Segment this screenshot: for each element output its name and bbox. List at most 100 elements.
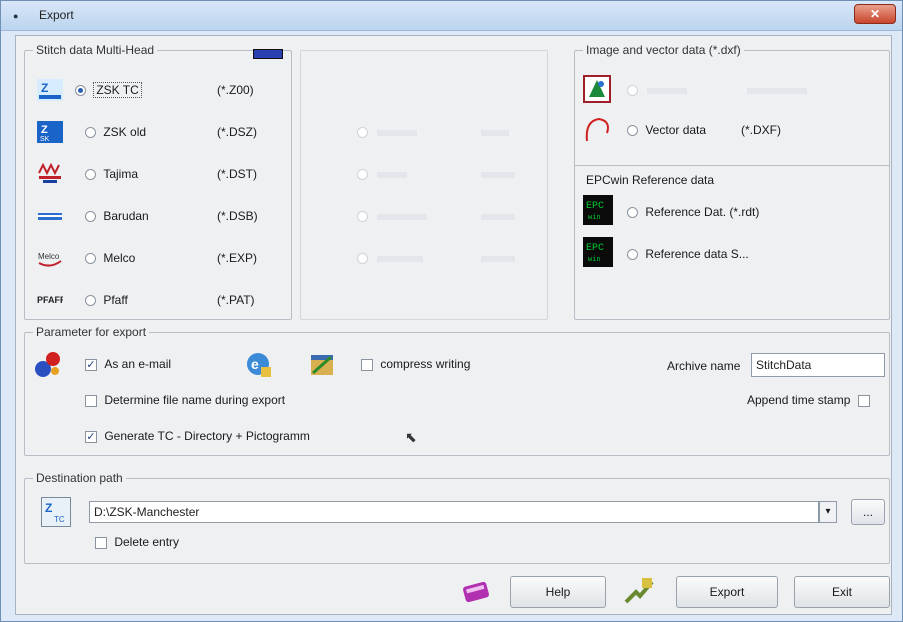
export-button[interactable]: Export bbox=[676, 576, 778, 608]
append-label: Append time stamp bbox=[747, 393, 851, 407]
determine-option[interactable]: Determine file name during export bbox=[85, 393, 285, 407]
image-vector-group: Image and vector data (*.dxf) Vector dat… bbox=[574, 43, 890, 320]
epc-group-label: EPCwin Reference data bbox=[583, 173, 718, 187]
tajima-icon bbox=[37, 162, 63, 185]
epc-ref-dat-icon: EPC win bbox=[583, 195, 613, 225]
archive-name-input[interactable] bbox=[751, 353, 885, 377]
as-email-label: As an e-mail bbox=[104, 357, 172, 371]
ref-dat-radio[interactable] bbox=[627, 207, 638, 219]
destination-folder-icon[interactable]: Z TC bbox=[41, 497, 71, 527]
delete-entry-checkbox[interactable] bbox=[95, 536, 107, 549]
svg-text:Z: Z bbox=[41, 81, 48, 95]
ref-dat-option[interactable]: Reference Dat. (*.rdt) bbox=[627, 205, 759, 219]
pfaff-radio[interactable] bbox=[85, 295, 96, 307]
vector-radio[interactable] bbox=[627, 125, 638, 137]
browse-button[interactable]: ... bbox=[851, 499, 885, 525]
pfaff-label: Pfaff bbox=[103, 293, 128, 307]
mouse-cursor-icon: ⬉ bbox=[405, 429, 417, 445]
zsk-old-option[interactable]: ZSK old bbox=[85, 125, 146, 139]
parameter-group-label: Parameter for export bbox=[33, 325, 150, 339]
email-icon bbox=[33, 349, 63, 379]
disabled-radio-1 bbox=[357, 127, 368, 139]
title-bar: ● Export ✕ bbox=[1, 1, 902, 31]
zsk-old-ext: (*.DSZ) bbox=[217, 125, 257, 139]
epc-ref-data-icon: EPC win bbox=[583, 237, 613, 267]
image-radio bbox=[627, 85, 638, 97]
window-icon: ● bbox=[13, 11, 19, 21]
append-option[interactable]: Append time stamp bbox=[747, 393, 870, 407]
tajima-label: Tajima bbox=[103, 167, 139, 181]
disabled-radio-2 bbox=[357, 169, 368, 181]
disabled-option-1 bbox=[357, 125, 509, 139]
image-option-disabled bbox=[627, 83, 807, 97]
pfaff-option[interactable]: Pfaff bbox=[85, 293, 128, 307]
barudan-option[interactable]: Barudan bbox=[85, 209, 149, 223]
barudan-icon bbox=[37, 205, 63, 227]
parameter-group: Parameter for export ✓ As an e-mail e co… bbox=[24, 325, 890, 456]
determine-checkbox[interactable] bbox=[85, 394, 97, 407]
pfaff-ext: (*.PAT) bbox=[217, 293, 255, 307]
image-vector-label: Image and vector data (*.dxf) bbox=[583, 43, 744, 57]
dialog-client: Stitch data Multi-Head Z ZSK TC (*.Z00) … bbox=[15, 35, 892, 615]
vector-option[interactable]: Vector data bbox=[627, 123, 706, 137]
export-window: ● Export ✕ Stitch data Multi-Head Z ZSK … bbox=[0, 0, 903, 622]
svg-text:Z: Z bbox=[45, 501, 52, 515]
melco-icon: Melco bbox=[37, 247, 63, 269]
zsk-tc-label: ZSK TC bbox=[93, 82, 142, 98]
svg-text:SK: SK bbox=[40, 136, 50, 143]
svg-text:e: e bbox=[251, 356, 259, 372]
help-button[interactable]: Help bbox=[510, 576, 606, 608]
zsk-old-label: ZSK old bbox=[103, 125, 147, 139]
ref-data-label: Reference data S... bbox=[645, 247, 749, 261]
ref-data-radio[interactable] bbox=[627, 249, 638, 261]
disabled-radio-3 bbox=[357, 211, 368, 223]
internet-explorer-icon[interactable]: e bbox=[243, 349, 273, 379]
tajima-ext: (*.DST) bbox=[217, 167, 257, 181]
zsk-tc-icon: Z bbox=[37, 79, 63, 101]
epc-divider bbox=[575, 165, 889, 166]
as-email-option[interactable]: ✓ As an e-mail bbox=[85, 357, 171, 371]
svg-text:win: win bbox=[588, 256, 601, 264]
disabled-option-3 bbox=[357, 209, 515, 223]
svg-text:PFAFF: PFAFF bbox=[37, 295, 63, 305]
generate-label: Generate TC - Directory + Pictogramm bbox=[104, 429, 310, 443]
compress-checkbox[interactable] bbox=[361, 358, 373, 371]
barudan-radio[interactable] bbox=[85, 211, 96, 223]
append-checkbox[interactable] bbox=[857, 394, 870, 407]
archive-name-label: Archive name bbox=[667, 359, 741, 373]
svg-text:EPC: EPC bbox=[586, 201, 604, 212]
help-book-icon bbox=[460, 576, 494, 606]
disabled-option-2 bbox=[357, 167, 515, 181]
destination-group: Destination path ZTC ▾ ... Delete entry bbox=[24, 471, 890, 564]
archive-icon[interactable] bbox=[307, 349, 337, 379]
zsk-tc-option[interactable]: ZSK TC bbox=[75, 82, 142, 98]
destination-group-label: Destination path bbox=[33, 471, 126, 485]
zsk-old-icon: Z SK bbox=[37, 121, 63, 143]
stitch-data-group: Stitch data Multi-Head Z ZSK TC (*.Z00) … bbox=[24, 43, 292, 320]
tajima-option[interactable]: Tajima bbox=[85, 167, 138, 181]
melco-option[interactable]: Melco bbox=[85, 251, 135, 265]
svg-text:Melco: Melco bbox=[38, 252, 60, 261]
dropdown-arrow-icon[interactable]: ▾ bbox=[819, 501, 837, 523]
tajima-radio[interactable] bbox=[85, 169, 96, 181]
zsk-old-radio[interactable] bbox=[85, 127, 96, 139]
compress-option[interactable]: compress writing bbox=[361, 357, 470, 371]
barudan-ext: (*.DSB) bbox=[217, 209, 258, 223]
image-icon bbox=[583, 75, 611, 103]
melco-radio[interactable] bbox=[85, 253, 96, 265]
melco-ext: (*.EXP) bbox=[217, 251, 258, 265]
pfaff-icon: PFAFF bbox=[37, 289, 66, 311]
ref-data-option[interactable]: Reference data S... bbox=[627, 247, 749, 261]
exit-button[interactable]: Exit bbox=[794, 576, 890, 608]
as-email-checkbox[interactable]: ✓ bbox=[85, 358, 97, 371]
multi-head-icon bbox=[253, 49, 283, 59]
svg-text:win: win bbox=[588, 214, 601, 222]
vector-icon bbox=[583, 115, 613, 145]
delete-entry-option[interactable]: Delete entry bbox=[95, 535, 179, 549]
zsk-tc-radio[interactable] bbox=[75, 85, 86, 97]
generate-option[interactable]: ✓ Generate TC - Directory + Pictogramm bbox=[85, 429, 310, 443]
generate-checkbox[interactable]: ✓ bbox=[85, 430, 97, 443]
svg-text:Z: Z bbox=[41, 124, 48, 136]
destination-path-input[interactable] bbox=[89, 501, 819, 523]
close-button[interactable]: ✕ bbox=[854, 4, 896, 24]
